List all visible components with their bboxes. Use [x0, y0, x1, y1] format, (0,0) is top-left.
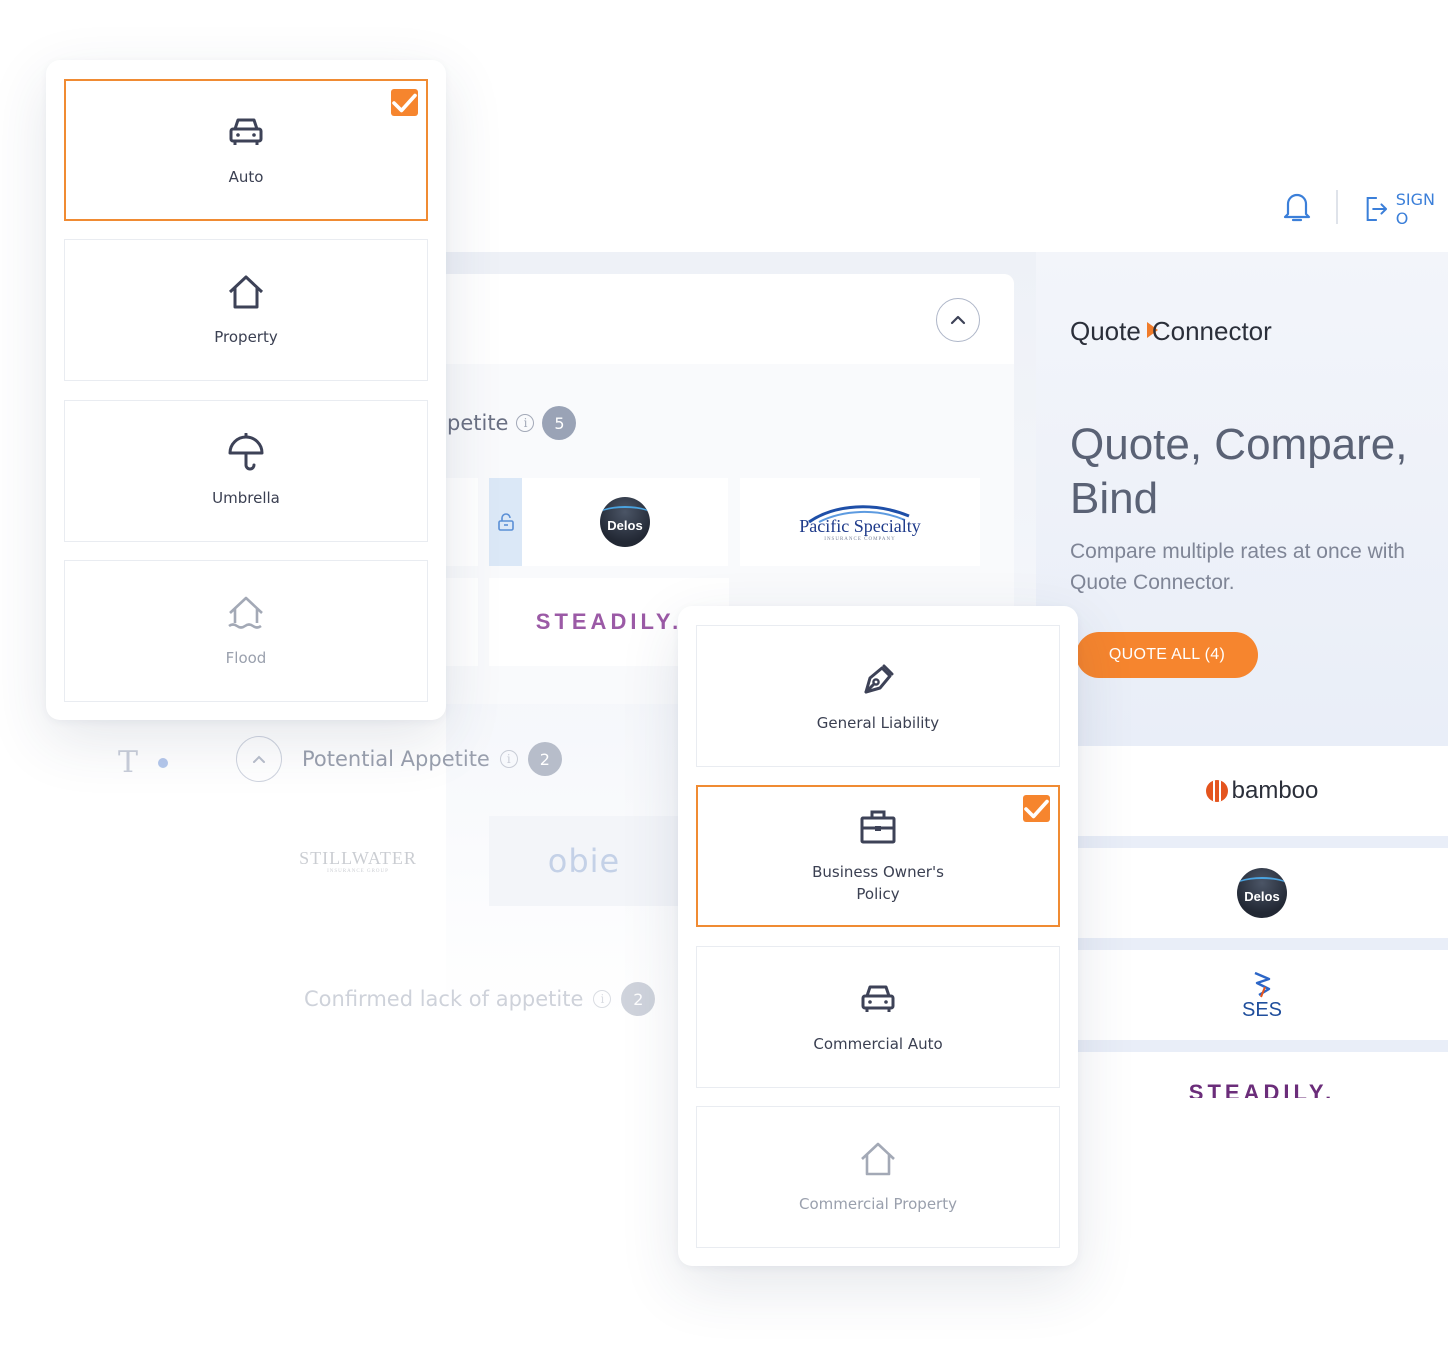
- tile-auto-label: Auto: [228, 168, 264, 186]
- tile-umbrella[interactable]: Umbrella: [64, 400, 428, 542]
- appetite-count-badge: 5: [542, 406, 577, 440]
- flood-house-icon: [228, 596, 263, 629]
- car-icon: [229, 118, 263, 145]
- pacific-specialty-subtext: INSURANCE COMPANY: [824, 537, 896, 542]
- tile-flood-label: Flood: [225, 649, 267, 667]
- obie-logo: obie: [547, 842, 621, 880]
- tile-auto[interactable]: Auto: [64, 79, 428, 221]
- delos-logo: Delos: [1237, 868, 1287, 918]
- pacific-specialty-logo: Pacific Specialty INSURANCE COMPANY: [799, 502, 921, 542]
- carrier-tile-blank[interactable]: [446, 478, 478, 566]
- carrier-tile-obie[interactable]: obie: [489, 816, 679, 906]
- carrier-row-bamboo[interactable]: bamboo: [1076, 746, 1448, 836]
- row-divider: [1076, 938, 1448, 950]
- potential-count-badge: 2: [527, 742, 562, 776]
- tile-flood[interactable]: Flood: [64, 560, 428, 702]
- confirmed-count-badge: 2: [621, 982, 656, 1016]
- tile-umbrella-label: Umbrella: [212, 489, 280, 507]
- briefcase-icon: [860, 810, 896, 844]
- pacific-specialty-text: Pacific Specialty: [799, 516, 921, 536]
- confirmed-lack-heading: Confirmed lack of appetite i 2: [304, 982, 656, 1016]
- row-divider: [1076, 1040, 1448, 1052]
- brand-connector: Connector: [1151, 316, 1272, 346]
- delos-logo-text: Delos: [607, 517, 643, 533]
- tile-commercial-auto-label: Commercial Auto: [813, 1035, 943, 1053]
- tile-commercial-property-label: Commercial Property: [799, 1195, 957, 1213]
- car-icon: [861, 985, 895, 1012]
- checkbox-checked[interactable]: [1023, 795, 1050, 822]
- unlock-icon: [497, 513, 514, 531]
- delos-logo-text: Delos: [1244, 888, 1280, 904]
- house-icon: [861, 1142, 895, 1176]
- checkmark-icon: [392, 93, 417, 112]
- stillwater-text: STILLWATER: [299, 848, 417, 868]
- appetite-title: petite: [447, 411, 509, 435]
- quote-connector-headline: Quote, Compare, Bind: [1070, 420, 1408, 523]
- header-divider: [1336, 190, 1338, 224]
- tile-general-liability[interactable]: General Liability: [696, 625, 1060, 767]
- sign-out-icon: [1366, 196, 1388, 222]
- carrier-tile-stillwater[interactable]: STILLWATER INSURANCE GROUP: [240, 816, 476, 906]
- tile-property-label: Property: [214, 328, 278, 346]
- tile-business-owners-policy-label: Business Owner's Policy: [812, 863, 944, 903]
- bamboo-logo: bamboo: [1205, 777, 1319, 805]
- sign-out-label: SIGN O: [1395, 190, 1435, 228]
- quote-connector-subtext: Compare multiple rates at once with Quot…: [1070, 540, 1405, 594]
- collapse-button[interactable]: [936, 298, 980, 342]
- lock-strip[interactable]: [489, 478, 522, 566]
- potential-appetite-heading: Potential Appetite i 2: [236, 736, 562, 782]
- row-divider: [1076, 836, 1448, 848]
- carrier-row-ses[interactable]: SES: [1076, 950, 1448, 1040]
- confirmed-lack-title: Confirmed lack of appetite: [304, 987, 584, 1011]
- potential-appetite-title: Potential Appetite: [302, 747, 490, 771]
- appetite-card-header: [446, 274, 1014, 364]
- checkbox-checked[interactable]: [391, 89, 418, 116]
- tile-commercial-auto[interactable]: Commercial Auto: [696, 946, 1060, 1088]
- carrier-tile-pacific[interactable]: Pacific Specialty INSURANCE COMPANY: [740, 478, 980, 566]
- tile-property[interactable]: Property: [64, 239, 428, 381]
- ses-logo: SES: [1242, 969, 1282, 1022]
- carrier-tile-blank-2[interactable]: [446, 578, 478, 666]
- quote-all-button[interactable]: QUOTE ALL (4): [1076, 632, 1258, 678]
- bamboo-text: bamboo: [1231, 777, 1319, 804]
- appetite-heading: petite i 5: [447, 406, 577, 440]
- stillwater-logo: STILLWATER INSURANCE GROUP: [299, 848, 417, 874]
- carrier-row-delos[interactable]: Delos: [1076, 848, 1448, 938]
- t-logo-faded: T: [118, 745, 139, 780]
- info-icon[interactable]: i: [593, 990, 612, 1008]
- status-dot: [158, 758, 168, 768]
- tile-general-liability-label: General Liability: [816, 714, 940, 732]
- ses-text: SES: [1241, 998, 1283, 1021]
- quote-connector-brand: Quote Connector: [1070, 316, 1272, 347]
- steadily-logo: STEADILY.: [1188, 1080, 1336, 1098]
- pen-nib-icon: [864, 664, 894, 694]
- tile-business-owners-policy[interactable]: Business Owner's Policy: [696, 785, 1060, 927]
- stillwater-subtext: INSURANCE GROUP: [327, 869, 389, 874]
- steadily-logo: STEADILY.: [535, 609, 683, 634]
- sign-out-link[interactable]: SIGN O: [1364, 190, 1448, 228]
- expand-button[interactable]: [236, 736, 282, 782]
- brand-quote: Quote: [1070, 316, 1141, 346]
- bamboo-mark-icon: [1205, 780, 1228, 802]
- tile-commercial-property[interactable]: Commercial Property: [696, 1106, 1060, 1248]
- ses-flame-icon: [1254, 971, 1271, 997]
- checkmark-icon: [1024, 799, 1049, 818]
- info-icon[interactable]: i: [499, 750, 518, 768]
- chevron-up-icon: [253, 755, 265, 763]
- info-icon[interactable]: i: [516, 414, 535, 432]
- delos-logo: Delos: [600, 497, 650, 547]
- carrier-row-steadily[interactable]: STEADILY.: [1076, 1052, 1448, 1098]
- carrier-tile-delos[interactable]: Delos: [522, 478, 728, 566]
- notification-bell-icon[interactable]: [1282, 190, 1312, 224]
- chevron-up-icon: [950, 315, 966, 325]
- umbrella-icon: [228, 433, 264, 471]
- house-icon: [228, 275, 264, 309]
